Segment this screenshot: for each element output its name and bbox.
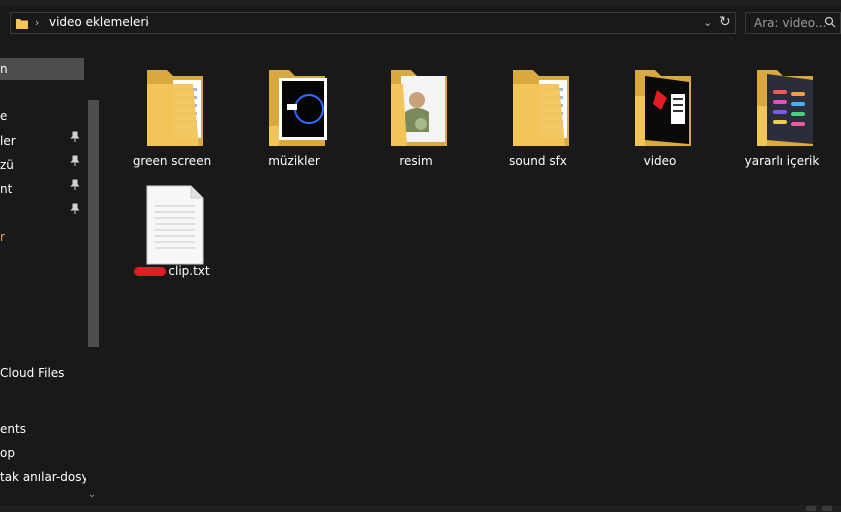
refresh-icon[interactable]: ↻ xyxy=(719,14,731,30)
folder-icon xyxy=(635,70,691,146)
pin-icon xyxy=(70,203,80,214)
folder-tile[interactable]: sound sfx xyxy=(483,50,593,168)
folder-icon xyxy=(16,19,28,29)
sidebar-item-label: op xyxy=(0,446,15,460)
search-box[interactable]: Ara: video... xyxy=(745,12,841,34)
search-icon[interactable] xyxy=(824,16,836,28)
scroll-down-icon[interactable]: ⌄ xyxy=(88,489,96,500)
folder-tile[interactable]: green screen xyxy=(117,50,227,168)
folder-icon xyxy=(513,70,569,146)
folder-tile[interactable]: yararlı içerik xyxy=(727,50,837,168)
sidebar-item-label: n xyxy=(0,62,8,76)
redaction-mark xyxy=(134,267,167,276)
status-bar xyxy=(0,505,841,512)
file-name: sound sfx xyxy=(509,154,567,168)
sidebar-item-label: e xyxy=(0,109,8,123)
sidebar-item[interactable]: e xyxy=(0,105,86,127)
folder-icon xyxy=(757,70,813,146)
sidebar-item-label: ler xyxy=(0,134,16,148)
sidebar-item-label: nt xyxy=(0,182,13,196)
file-name: resim xyxy=(399,154,433,168)
file-name: yararlı içerik xyxy=(744,154,820,168)
sidebar-item[interactable]: tak anılar-dosyal xyxy=(0,466,86,488)
search-input[interactable]: Ara: video... xyxy=(754,16,826,30)
file-view: green screen müzikler resim sound sfx vi… xyxy=(103,42,841,512)
chevron-down-icon[interactable]: ⌄ xyxy=(703,16,712,29)
folder-icon xyxy=(147,70,203,146)
sidebar-item-label: Cloud Files xyxy=(0,366,65,380)
text-file-icon xyxy=(146,185,204,265)
folder-tile[interactable]: müzikler xyxy=(239,50,349,168)
folder-icon xyxy=(391,70,447,146)
file-name: video xyxy=(643,154,677,168)
large-icons-view-icon[interactable] xyxy=(822,506,832,511)
file-name: clip.txt xyxy=(117,264,227,278)
folder-tile[interactable]: resim xyxy=(361,50,471,168)
breadcrumb-chevron-icon[interactable]: › xyxy=(145,16,149,29)
sidebar-item[interactable]: n xyxy=(0,58,84,80)
sidebar-item[interactable]: op xyxy=(0,442,86,464)
file-tile[interactable]: clip.txt xyxy=(117,166,227,278)
sidebar-item-label: tak anılar-dosyal xyxy=(0,470,86,484)
sidebar-item[interactable]: ler xyxy=(0,130,86,152)
sidebar-scrollbar-thumb[interactable] xyxy=(88,100,99,347)
sidebar-item[interactable]: zü xyxy=(0,154,86,176)
file-name: müzikler xyxy=(268,154,320,168)
sidebar-item-label: zü xyxy=(0,158,14,172)
sidebar-item-label: ents xyxy=(0,422,26,436)
sidebar-item-label: r xyxy=(0,230,5,244)
breadcrumb-chevron-icon[interactable]: › xyxy=(35,16,39,29)
sidebar-item[interactable]: r xyxy=(0,226,86,248)
breadcrumb-current-folder[interactable]: video eklemeleri xyxy=(49,15,149,29)
details-view-icon[interactable] xyxy=(806,506,816,511)
address-bar[interactable]: › video eklemeleri › ⌄ ↻ xyxy=(10,12,736,34)
navigation-pane: n e ler zü nt r Cloud Files ents op tak … xyxy=(0,42,103,512)
address-bar-area: › video eklemeleri › ⌄ ↻ Ara: video... xyxy=(0,6,841,42)
folder-icon xyxy=(269,70,327,146)
sidebar-item[interactable]: nt xyxy=(0,178,86,200)
folder-tile[interactable]: video xyxy=(605,50,715,168)
sidebar-item[interactable]: ents xyxy=(0,418,86,440)
sidebar-item[interactable]: Cloud Files xyxy=(0,362,86,384)
